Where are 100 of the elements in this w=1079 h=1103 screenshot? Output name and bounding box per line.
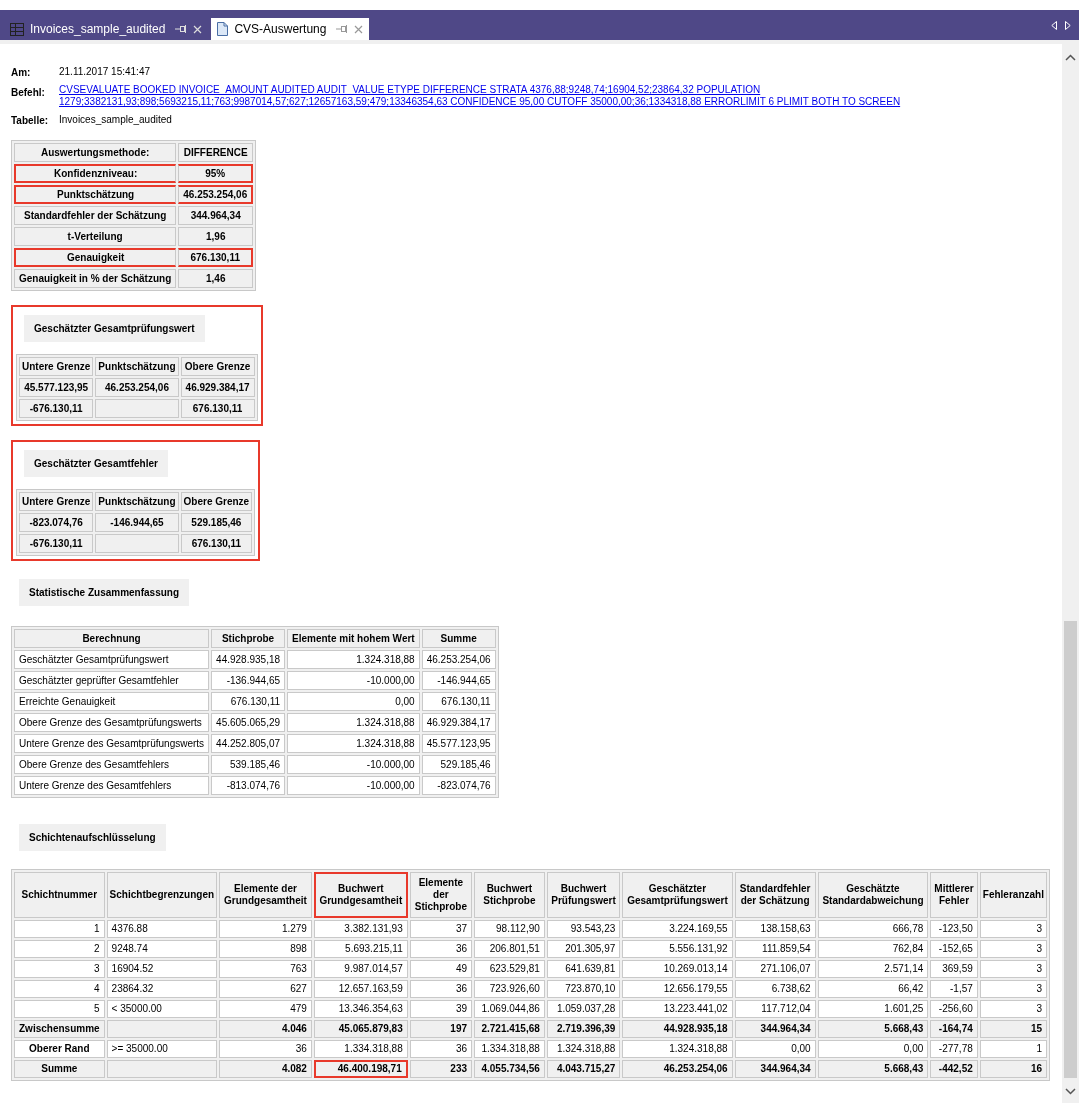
tab[interactable]: Invoices_sample_audited [4, 18, 209, 40]
pin-icon[interactable] [175, 24, 188, 34]
method-label: Standardfehler der Schätzung [14, 206, 177, 225]
table-cell: 45.605.065,29 [211, 713, 286, 732]
table-cell: Untere Grenze des Gesamtfehlers [14, 776, 210, 795]
table-cell: < 35000.00 [106, 1000, 218, 1018]
table-cell: 49 [409, 960, 473, 978]
column-header: Punktschätzung [95, 492, 179, 511]
close-icon[interactable] [354, 24, 364, 34]
table-cell: 1.059.037,28 [546, 1000, 621, 1018]
table-cell: -823.074,76 [19, 513, 94, 532]
table-cell: 4376.88 [106, 920, 218, 938]
table-cell: -1,57 [930, 980, 978, 998]
table-cell: 46.253.254,06 [95, 378, 179, 397]
table-cell: 117.712,04 [734, 1000, 816, 1018]
table-cell: 4 [14, 980, 105, 998]
table-cell: 138.158,63 [734, 920, 816, 938]
column-header: Berechnung [14, 629, 210, 648]
table-cell: -813.074,76 [211, 776, 286, 795]
table-cell: -146.944,65 [421, 671, 496, 690]
table-cell: 723.926,60 [474, 980, 545, 998]
method-label: Genauigkeit [14, 248, 177, 267]
table-cell: 6.738,62 [734, 980, 816, 998]
table-cell: Obere Grenze des Gesamtfehlers [14, 755, 210, 774]
method-value: 1,46 [178, 269, 254, 288]
table-icon [10, 22, 24, 36]
table-cell: 723.870,10 [546, 980, 621, 998]
method-label: Genauigkeit in % der Schätzung [14, 269, 177, 288]
table-cell: 45.577.123,95 [421, 734, 496, 753]
column-header: Schichtbegrenzungen [106, 872, 218, 918]
field-value: Invoices_sample_audited [59, 113, 172, 127]
table-cell: 1.324.318,88 [287, 650, 420, 669]
table-cell: 45.065.879,83 [313, 1020, 408, 1038]
table-cell: Obere Grenze des Gesamtprüfungswerts [14, 713, 210, 732]
scroll-left-icon[interactable] [1051, 20, 1057, 30]
table-cell: 344.964,34 [734, 1020, 816, 1038]
table-cell: 1.324.318,88 [287, 713, 420, 732]
table-cell: 4.046 [219, 1020, 312, 1038]
table-cell: 23864.32 [106, 980, 218, 998]
table-cell: 2.721.415,68 [474, 1020, 545, 1038]
table-cell: 623.529,81 [474, 960, 545, 978]
table-cell: -10.000,00 [287, 671, 420, 690]
table-cell: Geschätzter geprüfter Gesamtfehler [14, 671, 210, 690]
table-cell: -256,60 [930, 1000, 978, 1018]
scrollbar[interactable] [1062, 44, 1079, 1103]
column-header: Fehleranzahl [979, 872, 1047, 918]
scroll-thumb[interactable] [1064, 621, 1077, 1078]
table-cell: 46.400.198,71 [313, 1060, 408, 1078]
pin-icon[interactable] [336, 24, 349, 34]
table-cell: 5.668,43 [817, 1060, 929, 1078]
table-cell: 344.964,34 [734, 1060, 816, 1078]
document-icon [217, 22, 229, 36]
table-cell: -146.944,65 [95, 513, 179, 532]
table-cell: 2.571,14 [817, 960, 929, 978]
column-header: Standardfehler der Schätzung [734, 872, 816, 918]
table-cell: -164,74 [930, 1020, 978, 1038]
section-title: Statistische Zusammenfassung [19, 579, 190, 606]
scroll-down-icon[interactable] [1065, 1088, 1076, 1095]
section-title: Geschätzter Gesamtfehler [24, 450, 168, 477]
table-cell: 4.055.734,56 [474, 1060, 545, 1078]
table-cell: 46.929.384,17 [421, 713, 496, 732]
table-cell: -676.130,11 [19, 399, 94, 418]
table-cell: 15 [979, 1020, 1047, 1038]
table-cell: 45.577.123,95 [19, 378, 94, 397]
table-cell: 1.069.044,86 [474, 1000, 545, 1018]
table-cell: 16904.52 [106, 960, 218, 978]
table-cell: 0,00 [734, 1040, 816, 1058]
table-cell: 111.859,54 [734, 940, 816, 958]
column-header: Obere Grenze [180, 492, 253, 511]
table-cell: 9248.74 [106, 940, 218, 958]
table-cell: 1 [979, 1040, 1047, 1058]
table-cell: 201.305,97 [546, 940, 621, 958]
table-cell: 36 [409, 1040, 473, 1058]
table-cell: 627 [219, 980, 312, 998]
column-header: Geschätzter Gesamtprüfungswert [622, 872, 733, 918]
table-cell: 13.223.441,02 [622, 1000, 733, 1018]
table-cell: 36 [219, 1040, 312, 1058]
method-value: 46.253.254,06 [178, 185, 254, 204]
scroll-right-icon[interactable] [1065, 20, 1071, 30]
command-link[interactable]: CVSEVALUATE BOOKED INVOICE_AMOUNT AUDITED AUDIT_VALUE ETYPE DIFFERENCE STRATA 4376,88;9248,74;16904,52;23864,32 POPULATION 1279;3382131,93;898;5693215,11;763;9987014,57;627;12657163,59;479;13346354,63 CONFIDENCE 95,00 CUTOFF 35000,00;36;1334318,88 ERRORLIMIT 6 PLIMIT BOTH TO SCREEN [59, 84, 929, 108]
column-header: Elemente der Grundgesamtheit [219, 872, 312, 918]
table-cell: 4.043.715,27 [546, 1060, 621, 1078]
table-cell: 16 [979, 1060, 1047, 1078]
table-cell: 2.719.396,39 [546, 1020, 621, 1038]
table-cell: 44.252.805,07 [211, 734, 286, 753]
column-header: Schichtnummer [14, 872, 105, 918]
table-cell: 206.801,51 [474, 940, 545, 958]
column-header: Obere Grenze [180, 357, 255, 376]
field-label: Befehl: [11, 86, 46, 100]
table-cell: 3 [979, 940, 1047, 958]
table-cell: >= 35000.00 [106, 1040, 218, 1058]
scroll-up-icon[interactable] [1065, 54, 1076, 61]
table-cell: 37 [409, 920, 473, 938]
table-cell: -676.130,11 [19, 534, 94, 553]
column-header: Buchwert Grundgesamtheit [313, 872, 408, 918]
table-cell: 539.185,46 [211, 755, 286, 774]
tab[interactable]: CVS-Auswertung [211, 18, 370, 40]
table-cell: 3.224.169,55 [622, 920, 733, 938]
table-cell: 3 [979, 960, 1047, 978]
table-cell: 36 [409, 980, 473, 998]
